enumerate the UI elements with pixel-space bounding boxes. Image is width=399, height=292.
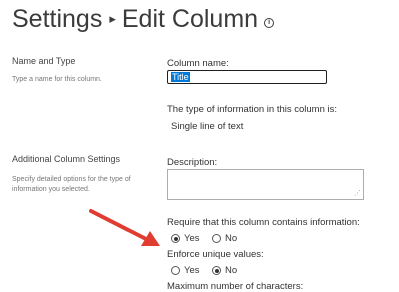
annotation-arrow-icon [89,209,160,246]
